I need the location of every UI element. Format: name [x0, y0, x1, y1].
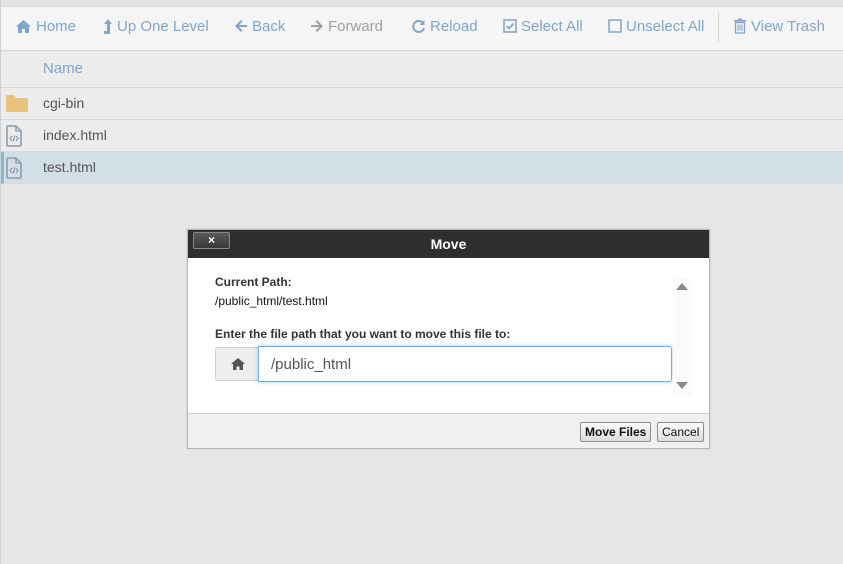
file-name: index.html: [43, 127, 107, 143]
home-icon: [230, 358, 245, 370]
select-all-label: Select All: [521, 17, 583, 35]
destination-prompt: Enter the file path that you want to mov…: [215, 327, 511, 341]
view-trash-label: View Trash: [751, 17, 825, 35]
dialog-header: × Move: [188, 230, 709, 258]
scroll-down-arrow-icon[interactable]: [676, 382, 688, 389]
reload-button[interactable]: Reload: [411, 16, 478, 36]
unselect-all-label: Unselect All: [626, 17, 705, 35]
file-name: cgi-bin: [43, 95, 85, 111]
up-one-level-label: Up One Level: [117, 17, 209, 35]
arrow-right-icon: [311, 20, 323, 32]
arrow-left-icon: [235, 20, 247, 32]
view-trash-button[interactable]: View Trash: [733, 16, 825, 36]
table-row[interactable]: index.html: [1, 120, 843, 152]
back-label: Back: [252, 17, 286, 35]
folder-icon: [6, 95, 28, 112]
up-one-level-button[interactable]: Up One Level: [103, 16, 209, 36]
column-header-name[interactable]: Name: [43, 60, 83, 77]
home-button[interactable]: Home: [15, 16, 76, 36]
home-label: Home: [36, 17, 77, 35]
forward-button[interactable]: Forward: [310, 16, 383, 36]
file-table-header: Name: [1, 52, 843, 88]
back-button[interactable]: Back: [234, 16, 285, 36]
dialog-scrollbar[interactable]: [673, 278, 692, 396]
dialog-footer: Move Files Cancel: [188, 413, 709, 448]
dialog-body: Current Path: /public_html/test.html Ent…: [188, 258, 709, 413]
select-all-button[interactable]: Select All: [503, 16, 583, 36]
trash-icon: [734, 18, 746, 34]
file-name: test.html: [43, 159, 96, 175]
table-row[interactable]: test.html: [1, 152, 843, 184]
unselect-all-button[interactable]: Unselect All: [608, 16, 704, 36]
destination-input-group: [215, 346, 672, 382]
dialog-title: Move: [430, 236, 467, 252]
html-file-icon: [6, 157, 22, 179]
toolbar-divider: [718, 12, 719, 42]
scroll-up-arrow-icon[interactable]: [676, 283, 688, 290]
cancel-button[interactable]: Cancel: [657, 422, 705, 442]
table-row[interactable]: cgi-bin: [1, 88, 843, 120]
checked-box-icon: [503, 19, 517, 33]
toolbar: Home Up One Level Back Forward Reload Se…: [1, 0, 843, 51]
move-files-button[interactable]: Move Files: [580, 422, 652, 442]
current-path-value: /public_html/test.html: [215, 294, 328, 308]
move-dialog: × Move Current Path: /public_html/test.h…: [187, 229, 710, 449]
home-addon: [215, 347, 259, 381]
refresh-icon: [412, 19, 425, 33]
empty-box-icon: [608, 19, 622, 33]
html-file-icon: [6, 125, 22, 147]
level-up-icon: [104, 18, 112, 34]
destination-path-input[interactable]: [258, 346, 672, 382]
forward-label: Forward: [328, 17, 384, 35]
reload-label: Reload: [430, 17, 478, 35]
home-icon: [16, 19, 31, 33]
file-manager: Home Up One Level Back Forward Reload Se…: [0, 0, 843, 564]
current-path-label: Current Path:: [215, 275, 292, 289]
